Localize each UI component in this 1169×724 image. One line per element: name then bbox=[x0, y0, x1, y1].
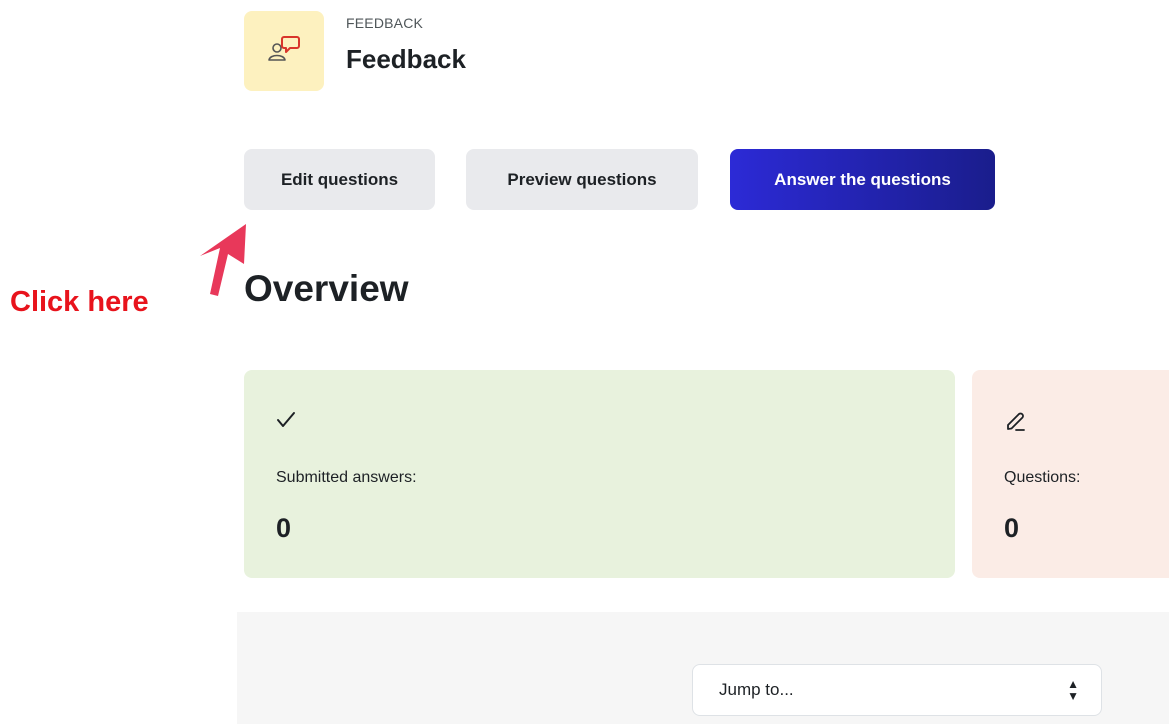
check-icon bbox=[277, 412, 295, 427]
page: FEEDBACK Feedback Edit questions Preview… bbox=[0, 0, 1169, 724]
answer-questions-button[interactable]: Answer the questions bbox=[730, 149, 995, 210]
page-pretitle: FEEDBACK bbox=[346, 15, 424, 31]
select-caret-icon: ▲ ▼ bbox=[1067, 677, 1079, 703]
submitted-answers-label: Submitted answers: bbox=[276, 469, 417, 486]
edit-questions-button[interactable]: Edit questions bbox=[244, 149, 435, 210]
overview-heading: Overview bbox=[244, 268, 409, 309]
pencil-icon bbox=[1007, 412, 1025, 431]
submitted-answers-card: Submitted answers: 0 bbox=[244, 370, 955, 578]
jump-to-select[interactable]: Jump to... ▲ ▼ bbox=[692, 664, 1102, 716]
questions-value: 0 bbox=[1004, 513, 1020, 543]
submitted-answers-value: 0 bbox=[276, 513, 292, 543]
preview-questions-button[interactable]: Preview questions bbox=[466, 149, 698, 210]
questions-card: Questions: 0 bbox=[972, 370, 1169, 578]
questions-label: Questions: bbox=[1004, 469, 1081, 486]
click-here-annotation: Click here bbox=[10, 286, 149, 318]
feedback-speech-bubble-icon bbox=[268, 36, 300, 61]
jump-to-label: Jump to... bbox=[719, 680, 794, 699]
feedback-activity-icon bbox=[244, 11, 324, 91]
page-title: Feedback bbox=[346, 44, 466, 74]
